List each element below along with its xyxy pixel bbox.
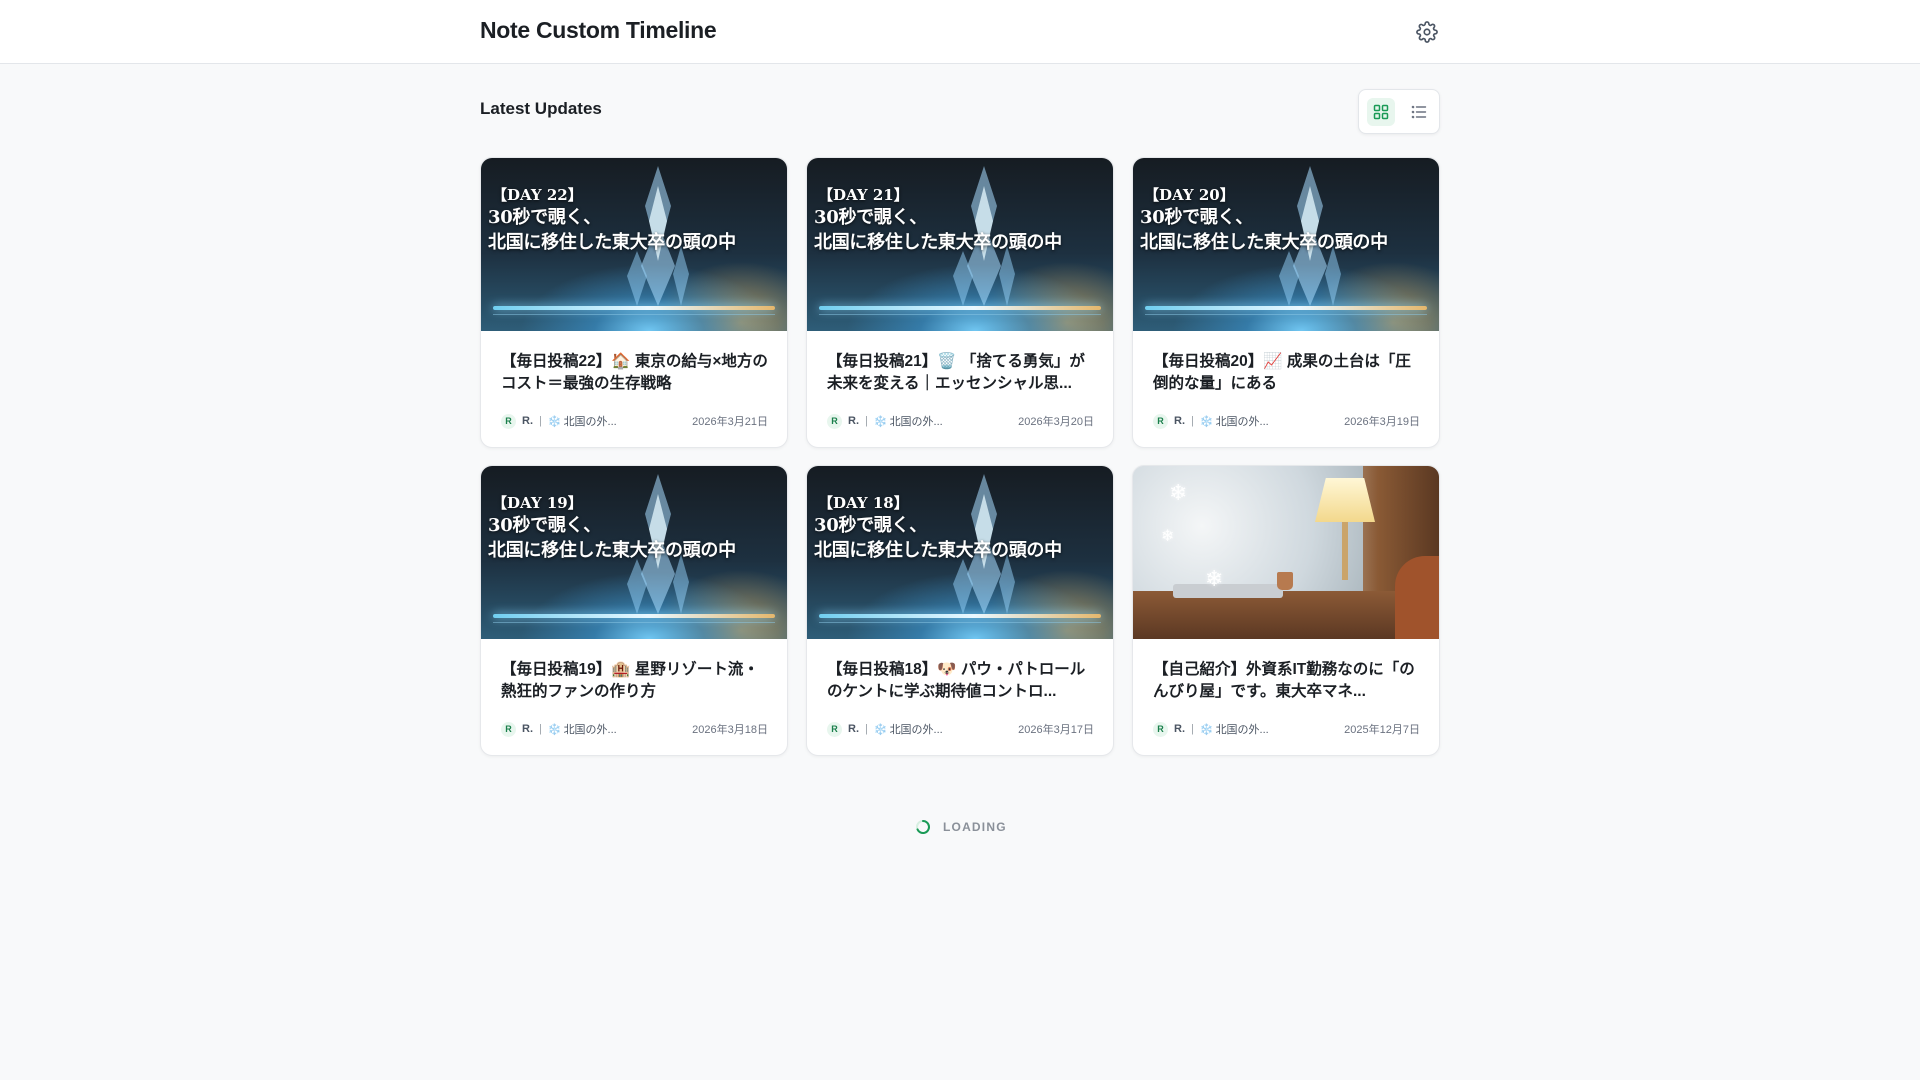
article-meta: R R. | ❄️ 北国の外... 2026年3月19日 bbox=[1153, 413, 1420, 429]
avatar: R bbox=[1153, 413, 1168, 429]
thumbnail-caption-line: 30秒で覗く、 bbox=[1140, 207, 1253, 228]
grid-icon bbox=[1373, 104, 1389, 120]
publish-date: 2026年3月20日 bbox=[1018, 416, 1094, 428]
article-meta: R R. | ❄️ 北国の外... 2026年3月17日 bbox=[827, 721, 1094, 737]
top-bar: Note Custom Timeline bbox=[0, 0, 1920, 64]
loading-indicator: LOADING bbox=[915, 817, 1007, 837]
snowflake-icon: ❄️ bbox=[1199, 415, 1214, 428]
loading-text: LOADING bbox=[943, 820, 1007, 834]
article-thumbnail: 【DAY 19】 30秒で覗く、 北国に移住した東大卒の頭の中 bbox=[481, 466, 787, 639]
meta-separator: | bbox=[539, 723, 542, 735]
article-meta: R R. | ❄️ 北国の外... 2026年3月18日 bbox=[501, 721, 768, 737]
magazine-name: 北国の外... bbox=[1215, 416, 1269, 428]
article-thumbnail: 【DAY 20】 30秒で覗く、 北国に移住した東大卒の頭の中 bbox=[1133, 158, 1439, 331]
spinner-icon bbox=[916, 820, 930, 834]
article-title: 【毎日投稿19】🏨 星野リゾート流・熱狂的ファンの作り方 bbox=[501, 661, 759, 700]
article-card[interactable]: 【DAY 22】 30秒で覗く、 北国に移住した東大卒の頭の中 【毎日投稿22】… bbox=[480, 157, 788, 448]
snowflake-icon: ❄️ bbox=[873, 723, 888, 736]
thumbnail-caption-line: 北国に移住した東大卒の頭の中 bbox=[814, 232, 1062, 253]
thumbnail-caption-line: 北国に移住した東大卒の頭の中 bbox=[814, 540, 1062, 561]
avatar: R bbox=[501, 413, 516, 429]
section-title: Latest Updates bbox=[480, 99, 602, 118]
publish-date: 2026年3月17日 bbox=[1018, 724, 1094, 736]
meta-separator: | bbox=[865, 415, 868, 427]
author-name: R. bbox=[1174, 415, 1185, 427]
magazine-name: 北国の外... bbox=[889, 416, 943, 428]
thumbnail-caption-line: 北国に移住した東大卒の頭の中 bbox=[1140, 232, 1388, 253]
magazine-name: 北国の外... bbox=[889, 724, 943, 736]
snowflake-icon: ❄️ bbox=[1199, 723, 1214, 736]
thumbnail-day-label: 【DAY 22】 bbox=[492, 186, 583, 204]
grid-view-button[interactable] bbox=[1367, 98, 1395, 126]
thumbnail-caption-line: 30秒で覗く、 bbox=[814, 515, 927, 536]
publish-date: 2026年3月21日 bbox=[692, 416, 768, 428]
article-thumbnail: 【DAY 22】 30秒で覗く、 北国に移住した東大卒の頭の中 bbox=[481, 158, 787, 331]
article-thumbnail: 【DAY 18】 30秒で覗く、 北国に移住した東大卒の頭の中 bbox=[807, 466, 1113, 639]
article-thumbnail: 【DAY 21】 30秒で覗く、 北国に移住した東大卒の頭の中 bbox=[807, 158, 1113, 331]
article-card[interactable]: ❄ ❄ ❄ 【自己紹介】外資系IT勤務なのに「のんびり屋」です。東大卒マネ...… bbox=[1132, 465, 1440, 756]
thumbnail-day-label: 【DAY 18】 bbox=[818, 494, 909, 512]
article-title: 【毎日投稿22】🏠 東京の給与×地方のコスト＝最強の生存戦略 bbox=[501, 353, 768, 392]
author-name: R. bbox=[848, 415, 859, 427]
article-title: 【自己紹介】外資系IT勤務なのに「のんびり屋」です。東大卒マネ... bbox=[1153, 661, 1415, 700]
article-card[interactable]: 【DAY 20】 30秒で覗く、 北国に移住した東大卒の頭の中 【毎日投稿20】… bbox=[1132, 157, 1440, 448]
article-thumbnail: ❄ ❄ ❄ bbox=[1133, 466, 1439, 639]
avatar: R bbox=[827, 721, 842, 737]
thumbnail-day-label: 【DAY 21】 bbox=[818, 186, 909, 204]
snowflake-icon: ❄️ bbox=[547, 723, 562, 736]
article-meta: R R. | ❄️ 北国の外... 2025年12月7日 bbox=[1153, 721, 1420, 737]
gear-icon bbox=[1416, 21, 1438, 43]
publish-date: 2026年3月19日 bbox=[1344, 416, 1420, 428]
article-meta: R R. | ❄️ 北国の外... 2026年3月20日 bbox=[827, 413, 1094, 429]
magazine-name: 北国の外... bbox=[563, 724, 617, 736]
article-card[interactable]: 【DAY 21】 30秒で覗く、 北国に移住した東大卒の頭の中 【毎日投稿21】… bbox=[806, 157, 1114, 448]
thumbnail-caption-line: 北国に移住した東大卒の頭の中 bbox=[488, 540, 736, 561]
author-name: R. bbox=[522, 415, 533, 427]
snowflake-icon: ❄️ bbox=[873, 415, 888, 428]
thumbnail-caption-line: 30秒で覗く、 bbox=[488, 207, 601, 228]
thumbnail-caption-line: 30秒で覗く、 bbox=[488, 515, 601, 536]
article-title: 【毎日投稿18】🐶 パウ・パトロールのケントに学ぶ期待値コントロ... bbox=[827, 661, 1086, 700]
avatar: R bbox=[501, 721, 516, 737]
author-name: R. bbox=[522, 723, 533, 735]
article-title: 【毎日投稿20】📈 成果の土台は「圧倒的な量」にある bbox=[1153, 353, 1411, 392]
article-grid: 【DAY 22】 30秒で覗く、 北国に移住した東大卒の頭の中 【毎日投稿22】… bbox=[480, 157, 1440, 756]
avatar: R bbox=[827, 413, 842, 429]
article-card[interactable]: 【DAY 19】 30秒で覗く、 北国に移住した東大卒の頭の中 【毎日投稿19】… bbox=[480, 465, 788, 756]
meta-separator: | bbox=[1191, 415, 1194, 427]
magazine-name: 北国の外... bbox=[1215, 724, 1269, 736]
thumbnail-day-label: 【DAY 19】 bbox=[492, 494, 583, 512]
thumbnail-caption-line: 北国に移住した東大卒の頭の中 bbox=[488, 232, 736, 253]
magazine-name: 北国の外... bbox=[563, 416, 617, 428]
publish-date: 2025年12月7日 bbox=[1344, 724, 1420, 736]
snowflake-icon: ❄️ bbox=[547, 415, 562, 428]
list-icon bbox=[1411, 105, 1427, 119]
settings-button[interactable] bbox=[1414, 19, 1440, 45]
article-card[interactable]: 【DAY 18】 30秒で覗く、 北国に移住した東大卒の頭の中 【毎日投稿18】… bbox=[806, 465, 1114, 756]
meta-separator: | bbox=[865, 723, 868, 735]
thumbnail-caption-line: 30秒で覗く、 bbox=[814, 207, 927, 228]
meta-separator: | bbox=[1191, 723, 1194, 735]
author-name: R. bbox=[1174, 723, 1185, 735]
avatar: R bbox=[1153, 721, 1168, 737]
article-title: 【毎日投稿21】🗑️ 「捨てる勇気」が未来を変える｜エッセンシャル思... bbox=[827, 353, 1085, 392]
thumbnail-day-label: 【DAY 20】 bbox=[1144, 186, 1235, 204]
view-toggle bbox=[1358, 89, 1440, 134]
app-title: Note Custom Timeline bbox=[480, 17, 717, 43]
publish-date: 2026年3月18日 bbox=[692, 724, 768, 736]
author-name: R. bbox=[848, 723, 859, 735]
article-meta: R R. | ❄️ 北国の外... 2026年3月21日 bbox=[501, 413, 768, 429]
list-view-button[interactable] bbox=[1405, 98, 1433, 126]
meta-separator: | bbox=[539, 415, 542, 427]
